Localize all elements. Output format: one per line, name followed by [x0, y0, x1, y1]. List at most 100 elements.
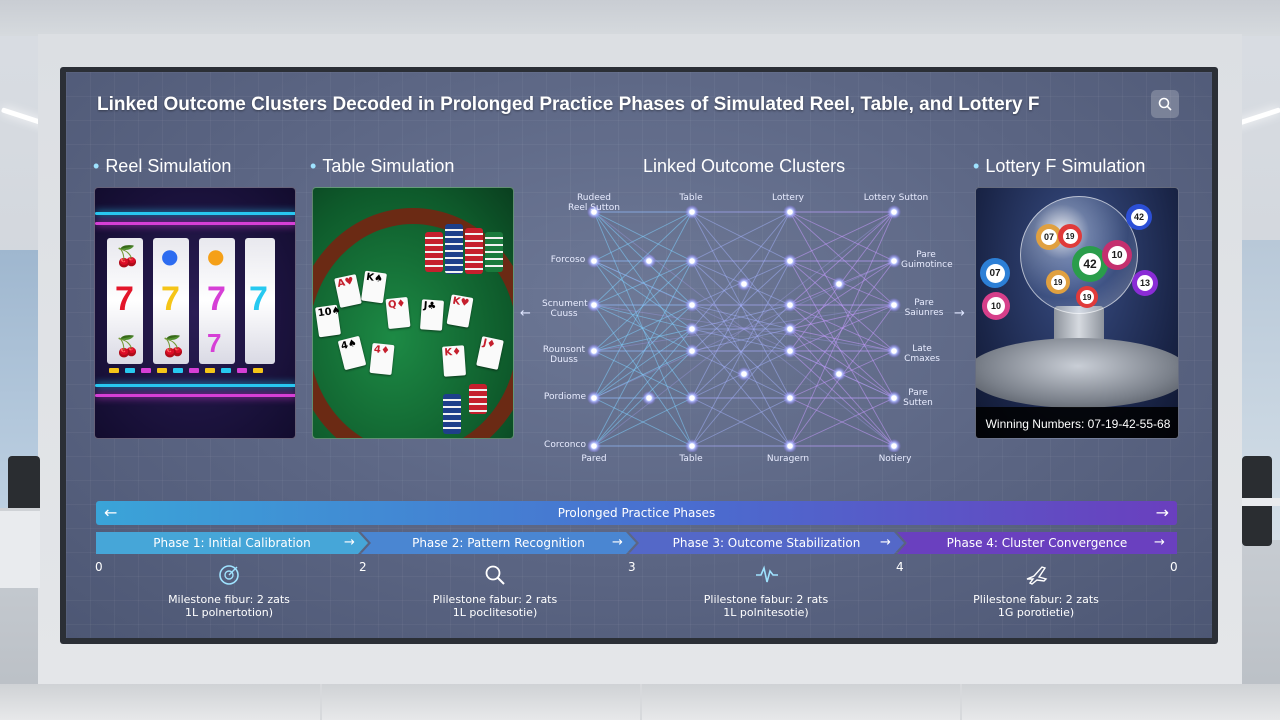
cluster-node	[836, 371, 842, 377]
right-label: Late Cmaxes	[904, 344, 940, 364]
phase-tick: 0	[95, 560, 103, 574]
neon-strip	[95, 222, 295, 225]
cluster-node	[646, 395, 652, 401]
lottery-simulation-image[interactable]: 07 19 42 42 10 07 19 13 10 19 Winning Nu…	[975, 187, 1179, 439]
ball-number: 19	[1050, 274, 1066, 290]
cluster-node	[787, 258, 793, 264]
left-label: Pordiome	[543, 392, 587, 402]
cluster-node	[689, 258, 695, 264]
playing-card: 4♦	[369, 342, 395, 376]
cluster-node	[787, 348, 793, 354]
phase-label: Phase 4: Cluster Convergence	[946, 536, 1128, 550]
cluster-node	[836, 281, 842, 287]
phase-step[interactable]: Phase 2: Pattern Recognition	[361, 532, 636, 554]
cluster-node	[891, 258, 897, 264]
right-label: Pare Guimotince	[901, 250, 953, 270]
chip-stack	[425, 232, 443, 272]
left-label: Scnument Cuuss	[542, 299, 588, 319]
cluster-node	[689, 348, 695, 354]
phase-tick: 0	[1170, 560, 1178, 574]
column-header-reel: Rudeed Reel Sutton	[568, 193, 620, 213]
footer-label: Table	[679, 454, 703, 464]
reel-seven: 7	[207, 280, 226, 318]
cluster-link	[789, 328, 895, 352]
phase-step[interactable]: Phase 3: Outcome Stabilization	[629, 532, 904, 554]
blueberry-icon: ●	[161, 244, 179, 268]
page-title: Linked Outcome Clusters Decoded in Prolo…	[97, 94, 1040, 115]
phase-step[interactable]: Phase 4: Cluster Convergence	[897, 532, 1177, 554]
reel-seven: 7	[161, 280, 180, 318]
search-icon	[1158, 97, 1172, 111]
milestone-line: 1G porotietie)	[997, 606, 1075, 619]
phase-tick: 2	[359, 560, 367, 574]
bullet-dot: •	[310, 156, 317, 176]
arrow-right-icon: →	[1154, 535, 1165, 550]
milestone-line: Plilestone fabur: 2 rats	[703, 593, 829, 606]
cluster-node	[591, 395, 597, 401]
chip-stack	[469, 384, 487, 414]
bullet-dot: •	[93, 156, 100, 176]
cluster-node	[591, 258, 597, 264]
cluster-node	[689, 209, 695, 215]
ball-number: 13	[1137, 275, 1153, 291]
arrow-right-icon[interactable]: →	[1156, 501, 1169, 525]
playing-card: J♣	[419, 299, 445, 331]
playing-card: 10♠	[315, 304, 341, 338]
cluster-node	[689, 395, 695, 401]
left-label: Corconco	[544, 440, 586, 450]
playing-card: Q♦	[385, 296, 411, 330]
milestone-caption: Milestone fibur: 2 zats 1L polnertotion)	[144, 593, 314, 619]
playing-card: K♦	[441, 345, 467, 377]
floor-seam	[960, 684, 962, 720]
reel-window: 7	[245, 238, 275, 364]
reel-section-label: • Reel Simulation	[93, 156, 231, 177]
desk-left	[0, 508, 40, 588]
reel-seven: 7	[115, 280, 134, 318]
reel-window: 🍒 7 🍒	[107, 238, 143, 364]
cherry-icon: 🍒	[161, 334, 186, 358]
ball-number: 10	[1107, 245, 1127, 265]
cluster-node	[591, 302, 597, 308]
cluster-link	[789, 211, 895, 447]
cluster-link	[593, 304, 693, 399]
milestone-line: Plilestone fabur: 2 rats	[432, 593, 558, 606]
orange-icon: ●	[207, 244, 225, 268]
milestone-line: 1L poclitesotie)	[452, 606, 538, 619]
cluster-links	[593, 211, 895, 447]
table-section-label: • Table Simulation	[310, 156, 454, 177]
prolonged-practice-phases-bar[interactable]: ← Prolonged Practice Phases →	[96, 501, 1177, 525]
lottery-ball: 13	[1132, 270, 1158, 296]
airplane-icon	[1026, 566, 1048, 585]
milestone-line: 1L polnitesotie)	[723, 606, 809, 619]
cluster-node	[689, 302, 695, 308]
milestone-line: 1L polnertotion)	[184, 606, 274, 619]
cluster-node	[787, 209, 793, 215]
cluster-node	[787, 443, 793, 449]
phase-label: Phase 2: Pattern Recognition	[412, 536, 585, 550]
progress-bar-label: Prolonged Practice Phases	[557, 506, 716, 520]
cluster-node	[787, 302, 793, 308]
lottery-ball: 19	[1076, 286, 1098, 308]
milestone-line: Milestone fibur: 2 zats	[168, 593, 290, 606]
target-icon	[219, 565, 239, 585]
reel-simulation-image[interactable]: 🍒 7 🍒 ● 7 🍒 ● 7 7 7	[94, 187, 296, 439]
cluster-node	[689, 443, 695, 449]
ball-number: 10	[987, 297, 1005, 315]
neon-strip	[95, 384, 295, 387]
ceiling	[0, 0, 1280, 36]
cluster-node	[741, 281, 747, 287]
ball-number: 19	[1062, 228, 1078, 244]
left-label: Rounsont Duuss	[542, 345, 586, 365]
arrow-right-icon: →	[612, 535, 623, 550]
search-button[interactable]	[1151, 90, 1179, 118]
lottery-section-label: • Lottery F Simulation	[973, 156, 1145, 177]
milestone-caption: Plilestone fabur: 2 rats 1L polnitesotie…	[681, 593, 851, 619]
neon-strip	[95, 394, 295, 397]
clusters-section-text: Linked Outcome Clusters	[643, 156, 846, 176]
ball-number: 19	[1080, 290, 1094, 304]
left-label: Forcoso	[550, 255, 586, 265]
ball-number: 07	[1041, 229, 1057, 245]
table-simulation-image[interactable]: A♥ K♠ Q♦ J♣ K♥ 10♠ 4♠ 4♦ K♦ J♦	[312, 187, 514, 439]
phase-step[interactable]: Phase 1: Initial Calibration	[96, 532, 368, 554]
footer-label: Nuragern	[766, 454, 810, 464]
